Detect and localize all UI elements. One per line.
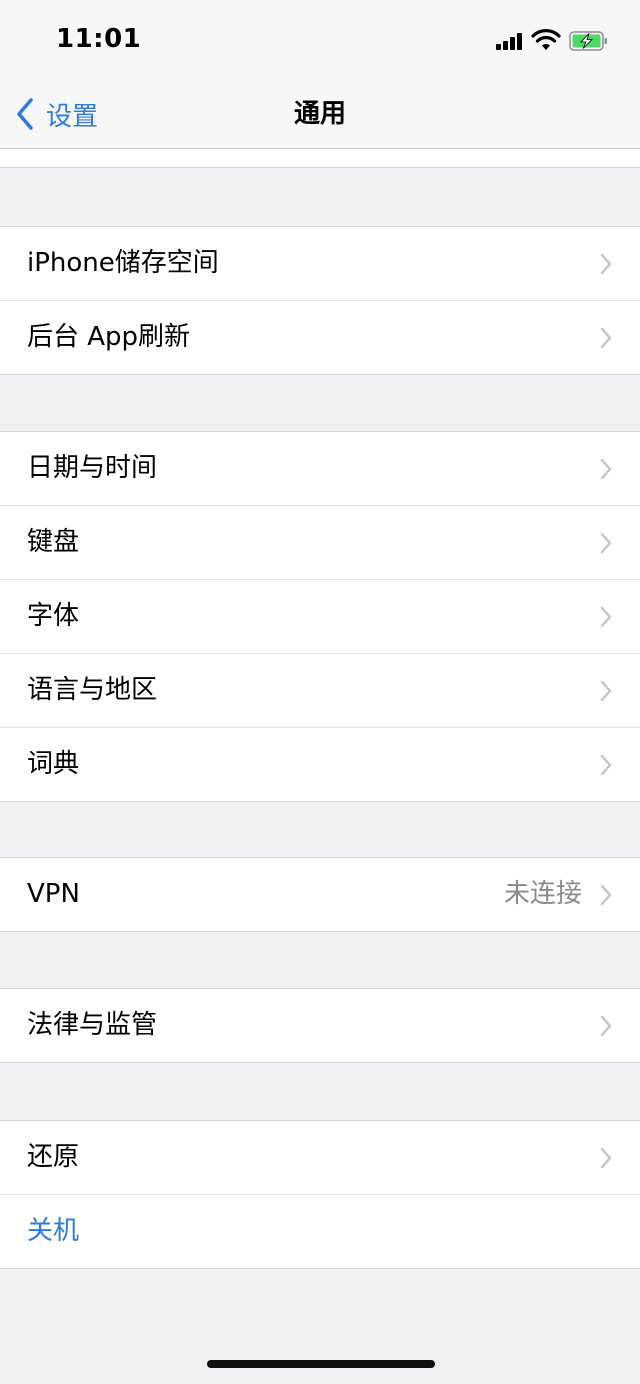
chevron-right-icon (600, 532, 612, 554)
chevron-right-icon (600, 458, 612, 480)
row-label: 后台 App刷新 (27, 322, 191, 352)
list-item-background-app-refresh[interactable]: 后台 App刷新 (0, 300, 640, 374)
list-item-keyboard[interactable]: 键盘 (0, 505, 640, 579)
battery-charging-icon (569, 31, 607, 51)
row-label: 日期与时间 (27, 453, 158, 483)
status-time: 11:01 (56, 24, 142, 54)
settings-group-locale: 日期与时间 键盘 字体 语言与地区 词典 (0, 431, 640, 802)
settings-group-legal: 法律与监管 (0, 988, 640, 1063)
row-label: 字体 (27, 601, 80, 631)
chevron-right-icon (600, 606, 612, 628)
list-item-language-region[interactable]: 语言与地区 (0, 653, 640, 727)
chevron-right-icon (600, 253, 612, 275)
previous-group-edge (0, 149, 640, 168)
chevron-right-icon (600, 1015, 612, 1037)
chevron-right-icon (600, 1147, 612, 1169)
navigation-bar: 通用 设置 (0, 80, 640, 149)
shut-down-button[interactable]: 关机 (0, 1194, 640, 1268)
settings-group-vpn: VPN 未连接 (0, 857, 640, 932)
list-item-dictionary[interactable]: 词典 (0, 727, 640, 801)
home-indicator[interactable] (207, 1360, 435, 1368)
row-label: iPhone储存空间 (27, 248, 219, 278)
row-label: 法律与监管 (27, 1010, 158, 1040)
chevron-right-icon (600, 680, 612, 702)
row-label: VPN (27, 879, 80, 909)
cellular-signal-icon (496, 32, 526, 50)
list-item-fonts[interactable]: 字体 (0, 579, 640, 653)
list-item-date-time[interactable]: 日期与时间 (0, 432, 640, 505)
chevron-right-icon (600, 754, 612, 776)
back-button[interactable]: 设置 (14, 94, 98, 134)
list-item-reset[interactable]: 还原 (0, 1121, 640, 1194)
chevron-left-icon (17, 98, 33, 130)
wifi-icon (531, 29, 561, 50)
chevron-right-icon (600, 884, 612, 906)
row-label: 还原 (27, 1142, 80, 1172)
list-item-legal-regulatory[interactable]: 法律与监管 (0, 989, 640, 1062)
chevron-right-icon (600, 327, 612, 349)
list-item-iphone-storage[interactable]: iPhone储存空间 (0, 227, 640, 300)
back-button-label: 设置 (46, 101, 99, 132)
row-label: 词典 (27, 749, 80, 779)
status-bar: 11:01 (0, 0, 640, 80)
row-label: 语言与地区 (27, 675, 158, 705)
row-label: 键盘 (27, 527, 80, 557)
settings-group-storage: iPhone储存空间 后台 App刷新 (0, 226, 640, 375)
row-label: 关机 (27, 1216, 80, 1246)
settings-group-reset: 还原 关机 (0, 1120, 640, 1269)
list-item-vpn[interactable]: VPN 未连接 (0, 858, 640, 931)
vpn-status-value: 未连接 (503, 879, 582, 909)
